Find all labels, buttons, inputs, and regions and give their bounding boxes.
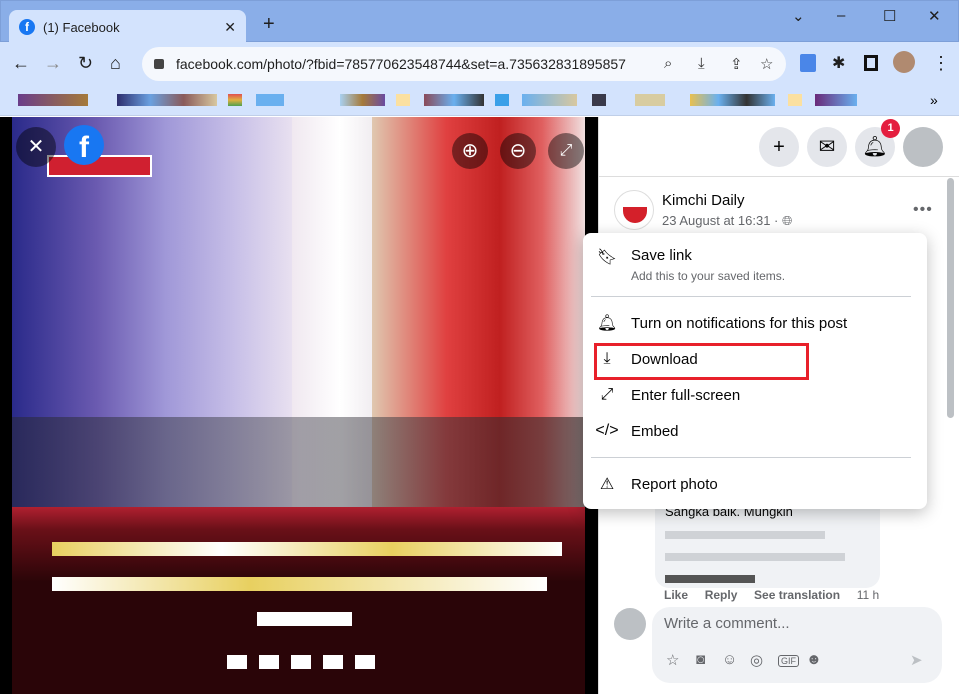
- lock-icon: [154, 59, 164, 69]
- gif-icon[interactable]: GIF: [778, 655, 799, 667]
- extensions-icon[interactable]: ✱: [832, 53, 845, 73]
- facebook-logo[interactable]: f: [64, 125, 104, 165]
- search-icon[interactable]: ⌕: [664, 55, 672, 72]
- more-options-button[interactable]: •••: [913, 201, 933, 219]
- new-tab-button[interactable]: +: [263, 13, 275, 36]
- sticker-icon[interactable]: ◙: [696, 651, 705, 668]
- menu-divider: [591, 296, 911, 297]
- bookmark-item[interactable]: [592, 94, 606, 106]
- photo: [12, 117, 585, 694]
- report-icon: ⚠︎: [599, 476, 615, 493]
- send-icon[interactable]: ➤: [910, 651, 923, 669]
- bookmark-item[interactable]: [522, 94, 577, 106]
- bookmark-item[interactable]: [228, 94, 242, 106]
- download-highlight-box: [594, 343, 809, 380]
- menu-item-notifications[interactable]: 🔔︎ Turn on notifications for this post: [583, 311, 927, 335]
- photo-viewer: ✕ f ⊕ ⊖ ⤢: [0, 117, 598, 694]
- bookmark-item[interactable]: [424, 94, 484, 106]
- browser-toolbar: ← → ↻ ⌂ facebook.com/photo/?fbid=7857706…: [0, 42, 959, 86]
- comment-text-blur: [665, 531, 825, 539]
- globe-icon: 🌐︎: [781, 213, 793, 228]
- address-bar[interactable]: facebook.com/photo/?fbid=785770623548744…: [142, 47, 786, 81]
- bookmark-item[interactable]: [340, 94, 385, 106]
- side-panel-icon[interactable]: [864, 55, 878, 71]
- emoji-icon[interactable]: ☺: [722, 651, 737, 668]
- create-button[interactable]: +: [759, 127, 799, 167]
- expand-icon: ⤢: [600, 386, 614, 403]
- close-viewer-button[interactable]: ✕: [16, 127, 56, 167]
- bookmarks-overflow-button[interactable]: »: [930, 92, 938, 108]
- minimize-button[interactable]: –: [837, 7, 845, 24]
- reload-button[interactable]: ↻: [78, 53, 93, 74]
- post-date[interactable]: 23 August at 16:31 · 🌐︎: [662, 213, 792, 229]
- translate-extension-icon[interactable]: [800, 54, 816, 72]
- sticker-face-icon[interactable]: ☻: [806, 651, 822, 668]
- comment-actions: Like Reply See translation 11 h: [664, 588, 879, 602]
- bookmark-item[interactable]: [690, 94, 775, 106]
- reply-link[interactable]: Reply: [705, 588, 738, 602]
- tab-close-icon[interactable]: ✕: [224, 19, 236, 36]
- bell-icon: 🔔︎: [596, 315, 618, 332]
- comment-composer: ☆ ◙ ☺ ◎ GIF ☻ ➤: [652, 607, 942, 683]
- comment: Sangka baik. Mungkin: [655, 500, 880, 588]
- browser-tab[interactable]: f (1) Facebook ✕: [9, 10, 246, 44]
- page-name[interactable]: Kimchi Daily: [662, 192, 745, 209]
- bookmark-item[interactable]: [788, 94, 802, 106]
- user-avatar[interactable]: [614, 608, 646, 640]
- fullscreen-button[interactable]: ⤢: [548, 133, 584, 169]
- back-button[interactable]: ←: [12, 53, 30, 74]
- star-icon[interactable]: ☆: [760, 55, 773, 73]
- notification-badge: 1: [881, 119, 900, 138]
- zoom-in-button[interactable]: ⊕: [452, 133, 488, 169]
- close-window-button[interactable]: ✕: [928, 7, 941, 25]
- bookmark-icon: 🔖︎: [596, 249, 618, 266]
- bookmark-item[interactable]: [256, 94, 284, 106]
- camera-icon[interactable]: ◎: [750, 651, 763, 669]
- install-icon[interactable]: ⤓: [698, 55, 705, 72]
- messenger-icon[interactable]: ✉: [807, 127, 847, 167]
- profile-avatar[interactable]: [893, 51, 915, 73]
- divider: [598, 176, 959, 177]
- account-avatar[interactable]: [903, 127, 943, 167]
- code-icon: </>: [595, 422, 619, 439]
- bookmark-item[interactable]: [117, 94, 217, 106]
- bookmarks-bar: »: [0, 86, 959, 116]
- bookmark-item[interactable]: [396, 94, 410, 106]
- menu-item-report-photo[interactable]: ⚠︎ Report photo: [583, 472, 927, 496]
- scrollbar[interactable]: [947, 178, 954, 418]
- browser-menu-icon[interactable]: ⋮: [932, 53, 950, 74]
- post-date-text: 23 August at 16:31 ·: [662, 213, 782, 228]
- share-icon[interactable]: ⇪: [730, 55, 743, 73]
- page-logo[interactable]: [614, 190, 654, 230]
- menu-item-save-link[interactable]: 🔖︎ Save link Add this to your saved item…: [583, 247, 927, 287]
- comment-time[interactable]: 11 h: [857, 588, 879, 602]
- menu-item-fullscreen[interactable]: ⤢ Enter full-screen: [583, 383, 927, 407]
- bookmark-item[interactable]: [18, 94, 88, 106]
- avatar-sticker-icon[interactable]: ☆: [666, 651, 679, 669]
- bookmark-item[interactable]: [635, 94, 665, 106]
- bookmark-item[interactable]: [815, 94, 857, 106]
- forward-button[interactable]: →: [44, 53, 62, 74]
- zoom-out-button[interactable]: ⊖: [500, 133, 536, 169]
- see-translation-link[interactable]: See translation: [754, 588, 840, 602]
- tab-search-button[interactable]: ⌄: [792, 7, 805, 25]
- facebook-favicon-icon: f: [19, 19, 35, 35]
- maximize-button[interactable]: ☐: [883, 7, 896, 25]
- bookmark-item[interactable]: [495, 94, 509, 106]
- menu-item-embed[interactable]: </> Embed: [583, 419, 927, 443]
- menu-divider: [591, 457, 911, 458]
- browser-titlebar: f (1) Facebook ✕ + ⌄ – ☐ ✕: [0, 0, 959, 44]
- tab-title: (1) Facebook: [43, 19, 120, 35]
- url-text: facebook.com/photo/?fbid=785770623548744…: [176, 56, 626, 72]
- like-link[interactable]: Like: [664, 588, 688, 602]
- home-button[interactable]: ⌂: [110, 53, 121, 74]
- comment-input[interactable]: [664, 615, 904, 632]
